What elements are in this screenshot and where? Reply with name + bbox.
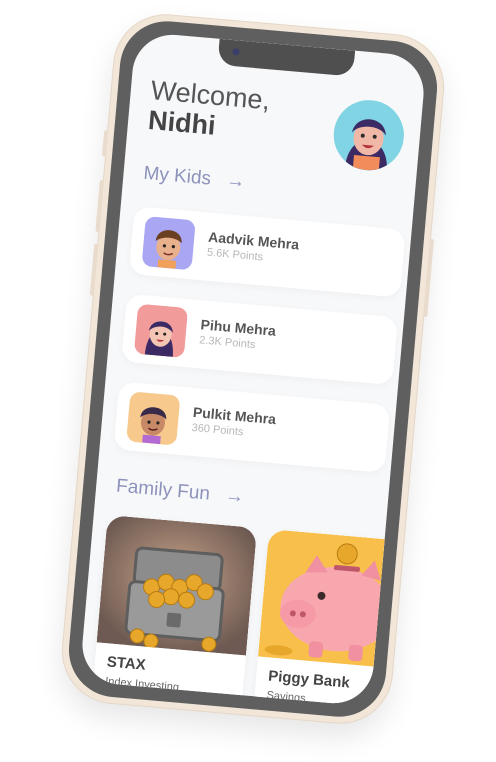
user-avatar-illustration bbox=[330, 97, 407, 174]
arrow-right-icon: → bbox=[224, 485, 245, 508]
girl-avatar-icon bbox=[133, 303, 189, 358]
arrow-right-icon: → bbox=[225, 169, 247, 193]
kid-avatar bbox=[133, 303, 189, 358]
kid-points: 5.6K Points bbox=[206, 246, 264, 264]
fun-card-title: Piggy Bank bbox=[267, 667, 351, 692]
kid-card-pulkit[interactable]: Pulkit Mehra 360 Points bbox=[113, 381, 391, 473]
kid-card-aadvik[interactable]: Aadvik Mehra 5.6K Points bbox=[128, 206, 406, 298]
kid-card-pihu[interactable]: Pihu Mehra 2.3K Points bbox=[121, 293, 399, 386]
kid-points: 2.3K Points bbox=[198, 334, 256, 352]
stage: Welcome, Nidhi My Kids → Aadvik Mehra 5.… bbox=[0, 0, 496, 762]
user-avatar[interactable] bbox=[330, 97, 407, 174]
my-kids-title: My Kids bbox=[142, 162, 212, 190]
treasure-chest-image bbox=[96, 514, 258, 656]
kid-points: 360 Points bbox=[191, 421, 244, 439]
boy-avatar-icon bbox=[141, 216, 196, 271]
phone-mockup: Welcome, Nidhi My Kids → Aadvik Mehra 5.… bbox=[58, 10, 448, 728]
family-fun-header[interactable]: Family Fun → bbox=[115, 476, 245, 509]
fun-card-title: STAX bbox=[106, 653, 147, 674]
my-kids-header[interactable]: My Kids → bbox=[143, 163, 246, 194]
family-fun-title: Family Fun bbox=[115, 475, 211, 505]
welcome-heading: Welcome, Nidhi bbox=[147, 75, 271, 145]
fun-card-subtitle: Savings bbox=[266, 689, 307, 705]
fun-card-subtitle: Index Investing bbox=[104, 675, 180, 694]
boy-avatar-icon bbox=[126, 391, 181, 446]
camera-icon bbox=[232, 48, 240, 56]
kid-avatar bbox=[126, 391, 181, 446]
phone-bezel: Welcome, Nidhi My Kids → Aadvik Mehra 5.… bbox=[65, 17, 441, 721]
app-screen: Welcome, Nidhi My Kids → Aadvik Mehra 5.… bbox=[79, 31, 427, 707]
notch bbox=[217, 38, 356, 77]
fun-card-stax[interactable]: STAX Index Investing bbox=[91, 514, 258, 707]
kid-avatar bbox=[141, 216, 196, 271]
